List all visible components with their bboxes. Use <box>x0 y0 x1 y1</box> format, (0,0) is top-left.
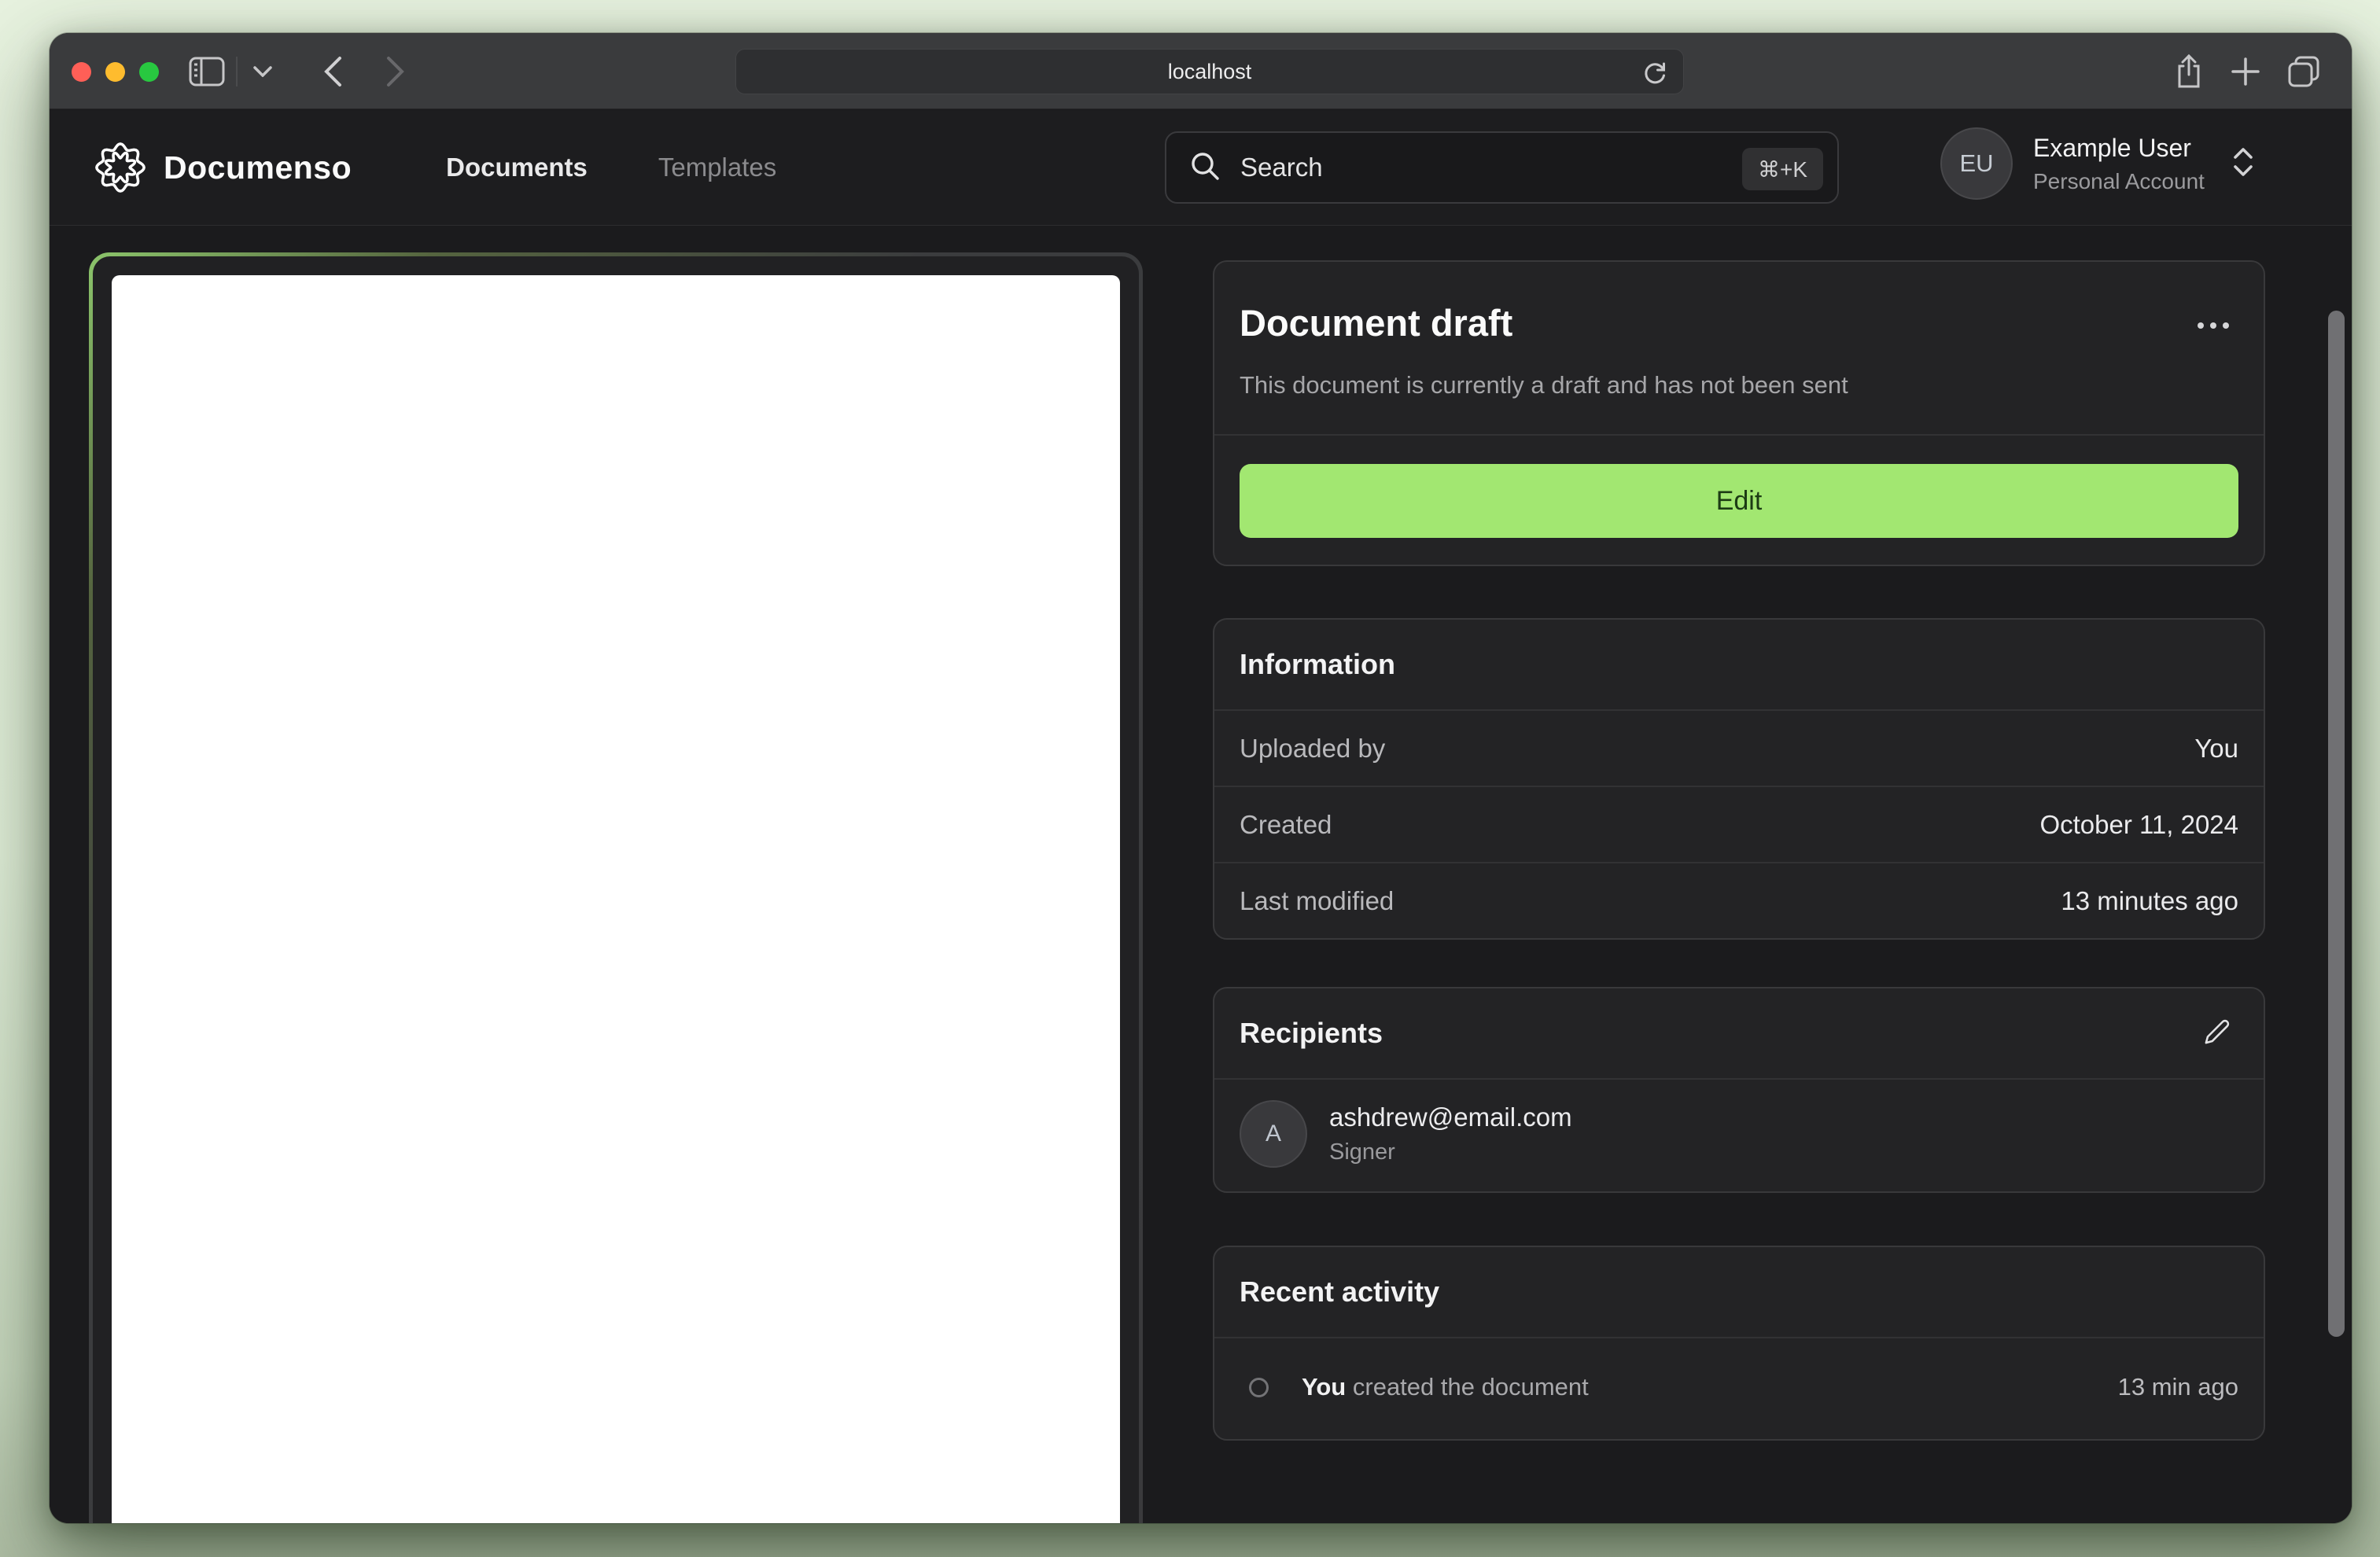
info-row-last-modified: Last modified 13 minutes ago <box>1214 863 2264 938</box>
recipients-card: Recipients A ashdrew@email.com Signer <box>1213 987 2265 1193</box>
traffic-lights <box>72 62 159 82</box>
user-name: Example User <box>2033 133 2191 162</box>
info-row-created: Created October 11, 2024 <box>1214 787 2264 862</box>
document-page[interactable] <box>112 275 1120 1523</box>
activity-item: You created the document 13 min ago <box>1214 1338 2264 1439</box>
search-placeholder: Search <box>1240 153 1323 182</box>
info-label: Last modified <box>1240 885 1394 915</box>
address-bar[interactable]: localhost <box>735 49 1684 94</box>
search-input[interactable]: Search ⌘+K <box>1165 131 1839 204</box>
more-options-icon[interactable] <box>2188 312 2238 342</box>
info-label: Created <box>1240 809 1332 839</box>
document-preview-frame <box>89 252 1143 1523</box>
activity-action: created the document <box>1352 1373 1589 1401</box>
sidebar-chevron-down-icon[interactable] <box>243 33 282 109</box>
side-panel: Document draft This document is currentl… <box>1213 260 2265 1441</box>
refresh-icon[interactable] <box>1641 58 1669 92</box>
desktop-background: localhost Documenso Documents Templates … <box>0 0 2380 1557</box>
close-window-button[interactable] <box>72 62 91 82</box>
activity-time: 13 min ago <box>2117 1373 2238 1401</box>
document-preview-inner <box>93 256 1139 1523</box>
page-scrollbar-thumb[interactable] <box>2328 311 2345 1337</box>
brand-name: Documenso <box>164 149 352 186</box>
forward-button[interactable] <box>372 33 419 109</box>
brand[interactable]: Documenso <box>94 142 352 193</box>
activity-actor: You <box>1302 1373 1347 1401</box>
zoom-window-button[interactable] <box>139 62 159 82</box>
recipient-role: Signer <box>1329 1139 1395 1165</box>
documenso-app: Documenso Documents Templates Search ⌘+K <box>50 110 2352 1523</box>
information-card: Information Uploaded by You Created Octo… <box>1213 618 2265 940</box>
search-icon <box>1190 151 1220 185</box>
document-draft-card: Document draft This document is currentl… <box>1213 260 2265 566</box>
toolbar-separator <box>236 57 238 86</box>
back-button[interactable] <box>309 33 356 109</box>
recipient-avatar: A <box>1240 1100 1307 1168</box>
browser-window: localhost Documenso Documents Templates … <box>50 33 2352 1523</box>
activity-card-title: Recent activity <box>1240 1275 1440 1308</box>
draft-card-title: Document draft <box>1240 302 1513 344</box>
information-card-title: Information <box>1240 648 1395 680</box>
new-tab-icon[interactable] <box>2222 33 2269 109</box>
tab-overview-icon[interactable] <box>2280 33 2327 109</box>
info-value: 13 minutes ago <box>2061 885 2238 915</box>
recipient-row[interactable]: A ashdrew@email.com Signer <box>1214 1080 2264 1191</box>
share-icon[interactable] <box>2165 33 2212 109</box>
activity-bullet-icon <box>1249 1377 1269 1397</box>
info-value: You <box>2194 733 2238 763</box>
sidebar-toggle-icon[interactable] <box>183 33 230 109</box>
edit-recipients-pencil-icon[interactable] <box>2198 1012 2237 1058</box>
user-avatar: EU <box>1940 127 2013 200</box>
info-value: October 11, 2024 <box>2039 809 2238 839</box>
nav-templates[interactable]: Templates <box>658 153 776 182</box>
recipient-email: ashdrew@email.com <box>1329 1102 1572 1132</box>
info-row-uploaded-by: Uploaded by You <box>1214 711 2264 786</box>
draft-card-subtitle: This document is currently a draft and h… <box>1240 371 1848 399</box>
main-content: Document draft This document is currentl… <box>50 226 2352 1523</box>
user-account-type: Personal Account <box>2033 168 2205 193</box>
search-shortcut-badge: ⌘+K <box>1741 148 1823 190</box>
browser-titlebar: localhost <box>50 33 2352 109</box>
app-header: Documenso Documents Templates Search ⌘+K <box>50 110 2352 226</box>
address-bar-url: localhost <box>1167 59 1252 83</box>
documenso-logo-icon <box>95 142 146 193</box>
main-nav: Documents Templates <box>446 153 776 182</box>
edit-button[interactable]: Edit <box>1240 464 2238 538</box>
recent-activity-card: Recent activity You created the document… <box>1213 1246 2265 1441</box>
minimize-window-button[interactable] <box>105 62 125 82</box>
nav-documents[interactable]: Documents <box>446 153 588 182</box>
info-label: Uploaded by <box>1240 733 1386 763</box>
chevrons-up-down-icon <box>2231 145 2255 182</box>
account-menu[interactable]: EU Example User Personal Account <box>1940 127 2255 200</box>
recipients-card-title: Recipients <box>1240 1017 1383 1049</box>
